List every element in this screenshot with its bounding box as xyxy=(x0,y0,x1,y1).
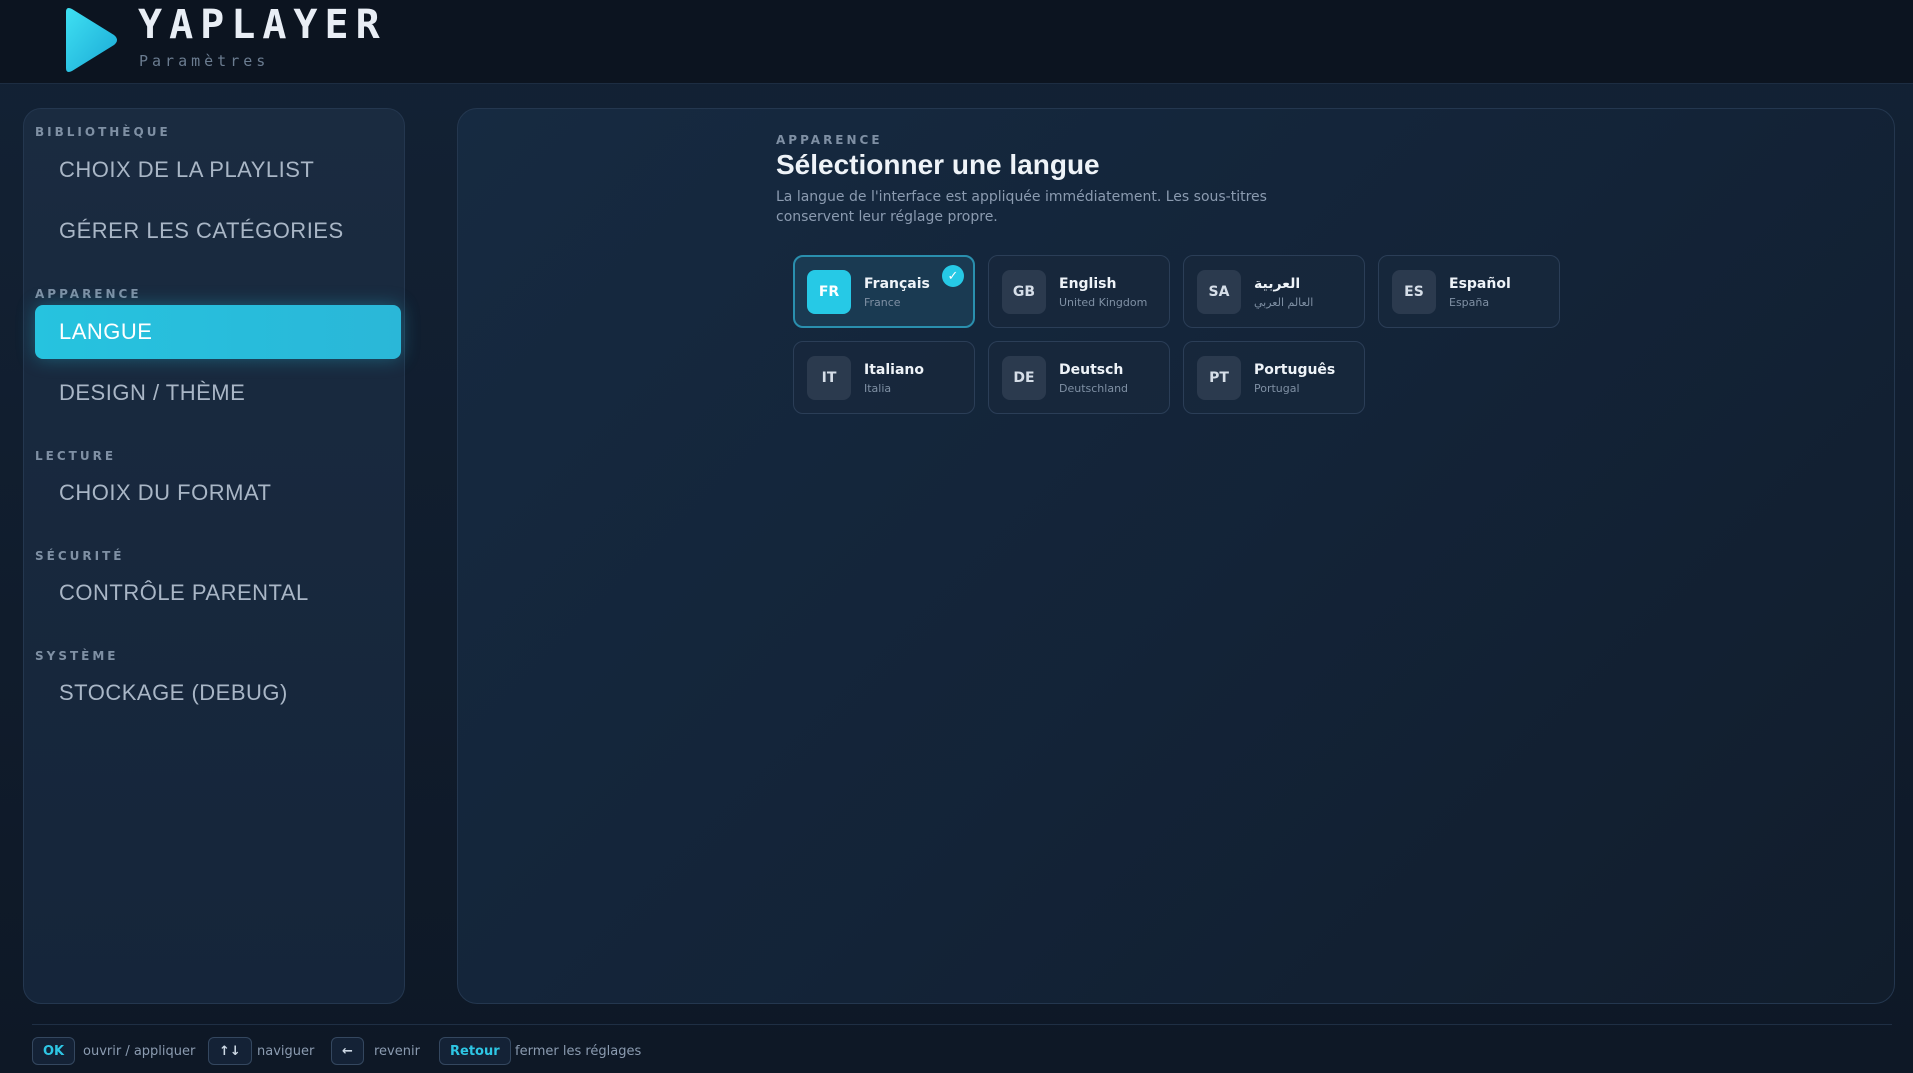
language-code-badge: PT xyxy=(1197,356,1241,400)
language-code-badge: IT xyxy=(807,356,851,400)
language-card-it[interactable]: IT Italiano Italia xyxy=(793,341,975,414)
page-title: Sélectionner une langue xyxy=(776,149,1100,180)
play-triangle-icon xyxy=(66,8,117,72)
language-name: English xyxy=(1059,276,1117,292)
language-region: Italia xyxy=(864,382,892,395)
header-bar: YAPLAYER Paramètres xyxy=(0,0,1913,84)
language-region: العالم العربي xyxy=(1254,296,1314,309)
language-region: España xyxy=(1449,296,1490,309)
key-updown: ↑↓ xyxy=(208,1037,252,1065)
language-region: United Kingdom xyxy=(1059,296,1148,309)
language-code-badge: SA xyxy=(1197,270,1241,314)
settings-screen: YAPLAYER Paramètres BIBLIOTHÈQUE CHOIX D… xyxy=(0,0,1913,1073)
sidebar-item-format[interactable]: CHOIX DU FORMAT xyxy=(35,466,401,520)
app-subtitle: Paramètres xyxy=(139,52,270,70)
language-code-badge: DE xyxy=(1002,356,1046,400)
panel-description: La langue de l'interface est appliquée i… xyxy=(776,189,1267,225)
language-name: Español xyxy=(1449,276,1511,292)
language-name: Français xyxy=(864,276,930,292)
section-label-lecture: LECTURE xyxy=(35,449,117,463)
language-region: Deutschland xyxy=(1059,382,1129,395)
hint-back-arrow: revenir xyxy=(374,1044,420,1059)
sidebar-item-design-theme[interactable]: DESIGN / THÈME xyxy=(35,366,401,420)
section-label-bibliotheque: BIBLIOTHÈQUE xyxy=(35,125,171,139)
language-name: العربية xyxy=(1254,276,1301,292)
section-label-apparence: APPARENCE xyxy=(35,287,142,301)
sidebar-item-langue[interactable]: LANGUE xyxy=(35,305,401,359)
sidebar-item-parental[interactable]: CONTRÔLE PARENTAL xyxy=(35,566,401,620)
sidebar-item-stockage[interactable]: STOCKAGE (DEBUG) xyxy=(35,666,401,720)
language-region: France xyxy=(864,296,901,309)
language-card-sa[interactable]: SA العربية العالم العربي xyxy=(1183,255,1365,328)
language-name: Deutsch xyxy=(1059,362,1124,378)
check-icon: ✓ xyxy=(942,265,964,287)
hint-ok: ouvrir / appliquer xyxy=(83,1044,196,1059)
language-card-de[interactable]: DE Deutsch Deutschland xyxy=(988,341,1170,414)
sidebar-item-playlist[interactable]: CHOIX DE LA PLAYLIST xyxy=(35,143,401,197)
section-label-securite: SÉCURITÉ xyxy=(35,549,125,563)
language-card-pt[interactable]: PT Português Portugal xyxy=(1183,341,1365,414)
language-card-es[interactable]: ES Español España xyxy=(1378,255,1560,328)
key-ok: OK xyxy=(32,1037,76,1065)
sidebar-item-categories[interactable]: GÉRER LES CATÉGORIES xyxy=(35,204,401,258)
language-name: Italiano xyxy=(864,362,924,378)
language-code-badge: FR xyxy=(807,270,851,314)
key-retour: Retour xyxy=(439,1037,511,1065)
hint-updown: naviguer xyxy=(257,1044,315,1059)
panel-section-label: APPARENCE xyxy=(776,133,883,147)
language-card-gb[interactable]: GB English United Kingdom xyxy=(988,255,1170,328)
language-panel: APPARENCE Sélectionner une langue La lan… xyxy=(457,108,1895,1004)
language-name: Português xyxy=(1254,362,1336,378)
key-back-arrow: ← xyxy=(331,1037,364,1065)
footer-hints: OK ouvrir / appliquer ↑↓ naviguer ← reve… xyxy=(32,1024,1892,1073)
settings-sidebar: BIBLIOTHÈQUE CHOIX DE LA PLAYLIST GÉRER … xyxy=(23,108,405,1004)
section-label-systeme: SYSTÈME xyxy=(35,649,119,663)
language-card-fr[interactable]: FR Français France ✓ xyxy=(793,255,975,328)
language-region: Portugal xyxy=(1254,382,1300,395)
language-code-badge: ES xyxy=(1392,270,1436,314)
hint-retour: fermer les réglages xyxy=(515,1044,642,1059)
app-title: YAPLAYER xyxy=(138,2,387,48)
language-code-badge: GB xyxy=(1002,270,1046,314)
